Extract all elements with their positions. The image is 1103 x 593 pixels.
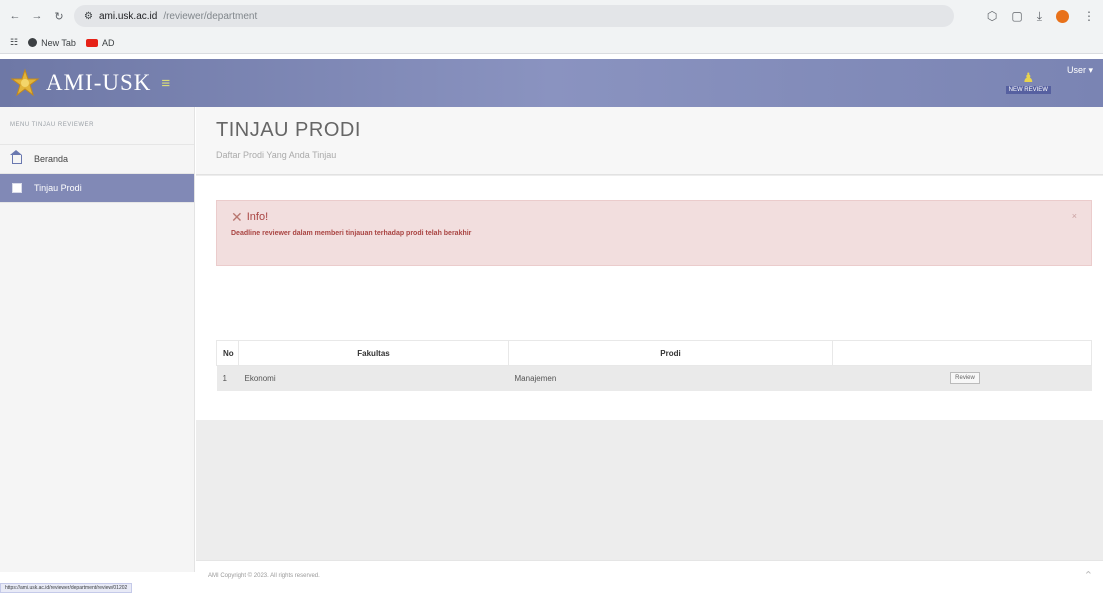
address-bar[interactable]: ⚙ ami.usk.ac.id/reviewer/department [74, 5, 954, 27]
back-icon[interactable]: ← [8, 9, 22, 23]
download-icon[interactable]: ⤓ [1037, 9, 1042, 24]
bookmark-ad[interactable]: AD [85, 37, 115, 48]
tab-icon[interactable]: ▢ [1011, 9, 1022, 23]
cell-no: 1 [216, 365, 239, 391]
kebab-menu-icon[interactable]: ⋮ [1083, 9, 1095, 23]
page-header: TINJAU PRODI Daftar Prodi Yang Anda Tinj… [196, 107, 1103, 175]
page-title: TINJAU PRODI [216, 119, 361, 141]
cell-prodi: Manajemen [508, 365, 833, 391]
alert-title: Info! [246, 211, 269, 223]
bookmark-new-tab[interactable]: New Tab [28, 38, 76, 48]
prodi-table: No Fakultas Prodi 1 Ekonomi Manajemen Re… [216, 340, 1092, 391]
notification-button[interactable]: ♟ NEW REVIEW [1005, 59, 1051, 94]
logo-icon [10, 68, 40, 97]
close-x-icon: ✕ [231, 209, 243, 225]
footer-copyright: AMI Copyright © 2023. All rights reserve… [208, 573, 320, 579]
forward-icon[interactable]: → [30, 9, 44, 23]
bookmark-label: AD [101, 37, 115, 48]
menu-toggle-icon[interactable]: ≡ [161, 75, 170, 92]
col-no: No [216, 340, 239, 366]
form-icon [12, 183, 22, 193]
table-row: 1 Ekonomi Manajemen Review [216, 365, 1092, 391]
app-header: AMI-USK ≡ ♟ NEW REVIEW User ▾ [0, 59, 1103, 107]
info-alert: ✕ Info! Deadline reviewer dalam memberi … [216, 200, 1092, 266]
footer: AMI Copyright © 2023. All rights reserve… [196, 560, 1103, 593]
globe-icon [28, 38, 38, 47]
brand[interactable]: AMI-USK ≡ [0, 68, 195, 98]
notification-label: NEW REVIEW [1005, 86, 1051, 94]
extensions-icon[interactable]: ⬡ [987, 9, 997, 23]
browser-toolbar: ← → ↻ ⚙ ami.usk.ac.id/reviewer/departmen… [0, 0, 1103, 32]
col-action [832, 340, 1092, 366]
apps-grid-icon[interactable]: ☷ [10, 37, 18, 48]
table-header-row: No Fakultas Prodi [216, 340, 1092, 366]
user-menu[interactable]: User ▾ [1067, 59, 1093, 76]
url-path: /reviewer/department [163, 10, 258, 22]
cell-fakultas: Ekonomi [238, 365, 509, 391]
content-panel: ✕ Info! Deadline reviewer dalam memberi … [196, 176, 1103, 420]
page-subtitle: Daftar Prodi Yang Anda Tinjau [216, 150, 337, 160]
site-info-icon[interactable]: ⚙ [84, 11, 93, 22]
alert-message: Deadline reviewer dalam memberi tinjauan… [231, 230, 472, 237]
youtube-icon [85, 38, 98, 47]
col-fakultas: Fakultas [238, 340, 509, 366]
sidebar-item-beranda[interactable]: Beranda [0, 145, 194, 174]
review-button[interactable]: Review [950, 372, 980, 385]
sidebar-item-label: Tinjau Prodi [34, 183, 82, 193]
bookmark-label: New Tab [41, 37, 76, 48]
profile-avatar[interactable] [1056, 9, 1069, 23]
home-icon [10, 149, 22, 164]
link-status-bubble: https://ami.usk.ac.id/reviewer/departmen… [0, 583, 133, 593]
cell-action: Review [832, 365, 1092, 391]
sidebar: MENU TINJAU REVIEWER Beranda Tinjau Prod… [0, 107, 195, 572]
brand-title: AMI-USK [46, 70, 152, 95]
bookmarks-bar: ☷ New Tab AD [0, 32, 1103, 54]
main-content: TINJAU PRODI Daftar Prodi Yang Anda Tinj… [196, 107, 1103, 572]
sidebar-item-tinjau-prodi[interactable]: Tinjau Prodi [0, 174, 194, 203]
col-prodi: Prodi [508, 340, 833, 366]
url-domain: ami.usk.ac.id [98, 10, 158, 22]
sidebar-section-label: MENU TINJAU REVIEWER [0, 107, 194, 145]
scroll-top-icon[interactable]: ⌃ [1084, 569, 1093, 582]
alert-dismiss-icon[interactable]: × [1072, 211, 1077, 221]
reload-icon[interactable]: ↻ [52, 9, 66, 23]
bell-icon: ♟ [1022, 70, 1035, 85]
sidebar-item-label: Beranda [34, 154, 69, 164]
